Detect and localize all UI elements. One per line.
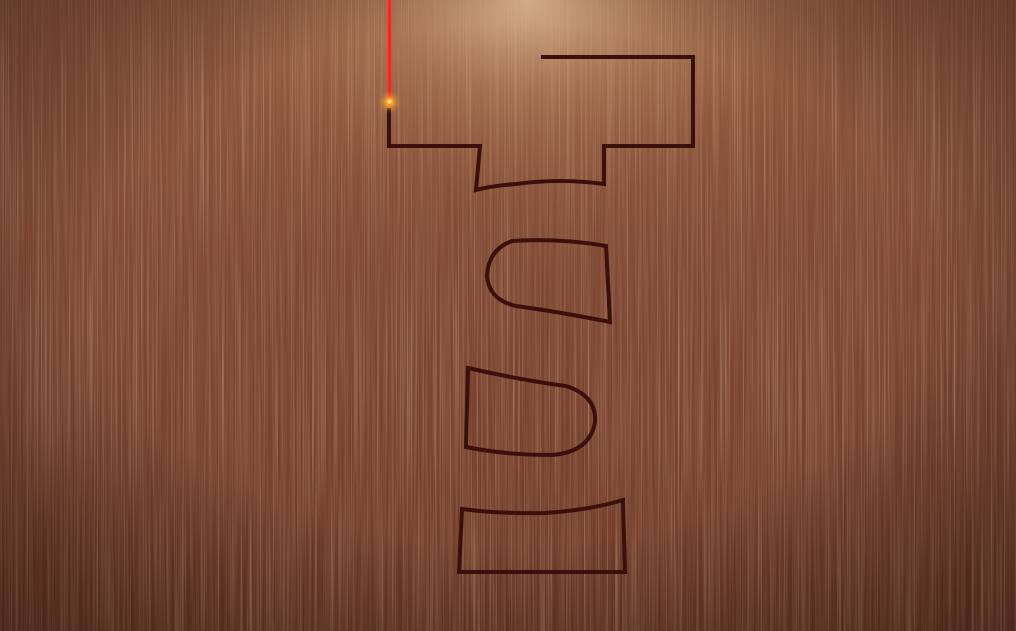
wood-surface <box>0 0 1016 631</box>
laser-cutter-core <box>387 99 392 104</box>
game-board[interactable] <box>0 0 1016 631</box>
